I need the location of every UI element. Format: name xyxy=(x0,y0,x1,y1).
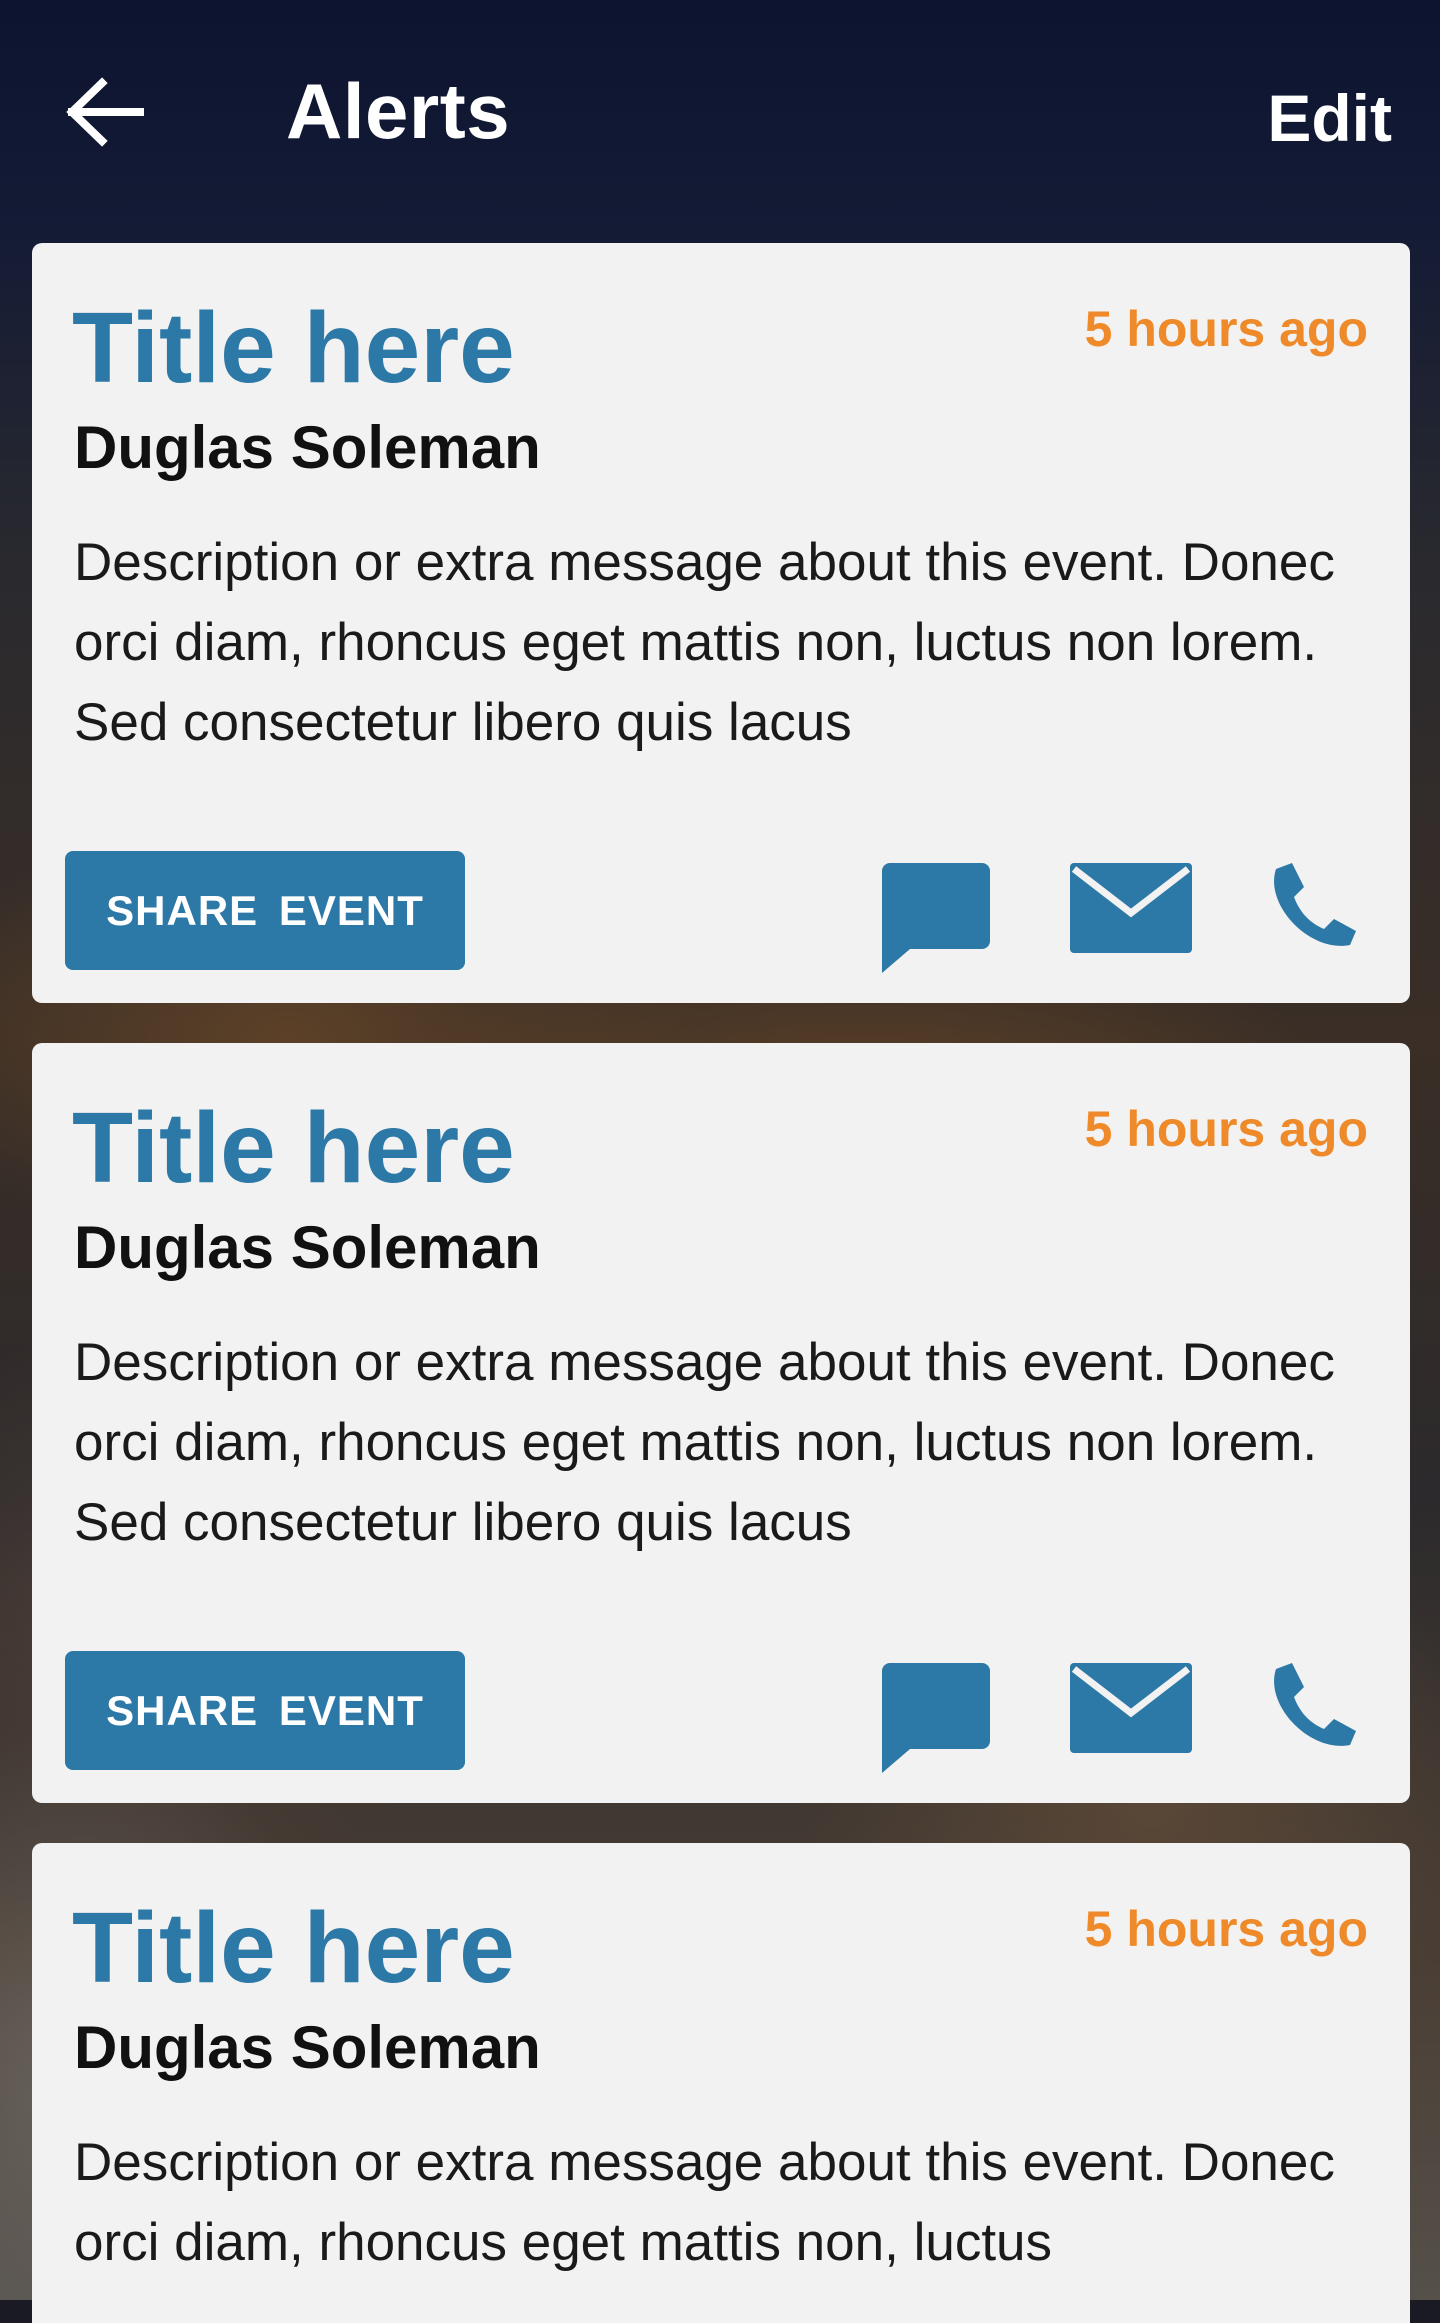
chat-icon[interactable] xyxy=(882,1663,992,1773)
alert-title: Title here xyxy=(72,1092,515,1204)
app-header: Alerts Edit xyxy=(0,0,1440,230)
alert-description: Description or extra message about this … xyxy=(74,1333,1335,1552)
mail-icon[interactable] xyxy=(1070,863,1192,953)
chat-icon[interactable] xyxy=(882,863,992,973)
arrow-left-icon xyxy=(66,77,144,147)
phone-icon[interactable] xyxy=(1270,861,1356,949)
share-event-button[interactable]: SHARE EVENT xyxy=(65,851,465,970)
alert-title: Title here xyxy=(72,292,515,404)
alert-card: Title here 5 hours ago Duglas Soleman De… xyxy=(32,1043,1410,1803)
alert-time: 5 hours ago xyxy=(1084,1101,1368,1157)
alert-description: Description or extra message about this … xyxy=(74,2133,1335,2272)
mail-icon[interactable] xyxy=(1070,1663,1192,1753)
alert-time: 5 hours ago xyxy=(1084,1901,1368,1957)
alert-time: 5 hours ago xyxy=(1084,301,1368,357)
phone-icon[interactable] xyxy=(1270,1661,1356,1749)
edit-button[interactable]: Edit xyxy=(1267,78,1392,158)
alert-card: Title here 5 hours ago Duglas Soleman De… xyxy=(32,243,1410,1003)
back-button[interactable] xyxy=(56,72,152,152)
share-event-button[interactable]: SHARE EVENT xyxy=(65,1651,465,1770)
alert-card: Title here 5 hours ago Duglas Soleman De… xyxy=(32,1843,1410,2323)
alert-author: Duglas Soleman xyxy=(74,2014,541,2081)
page-title: Alerts xyxy=(286,67,511,155)
alert-description: Description or extra message about this … xyxy=(74,533,1335,752)
alert-author: Duglas Soleman xyxy=(74,1214,541,1281)
alert-author: Duglas Soleman xyxy=(74,414,541,481)
alert-title: Title here xyxy=(72,1892,515,2004)
